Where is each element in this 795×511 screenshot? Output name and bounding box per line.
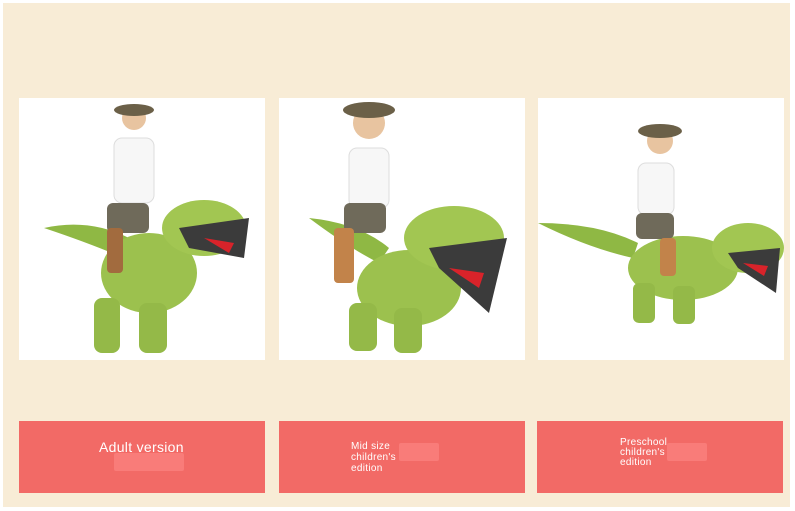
label-text: Mid size children's edition [351, 441, 396, 474]
label-mid-size-children-edition[interactable]: Mid size children's edition [279, 421, 525, 493]
label-shadow [667, 443, 707, 461]
label-adult-version[interactable]: Adult version [19, 421, 265, 493]
label-text: Preschool children's edition [620, 437, 668, 468]
product-image-adult[interactable] [19, 98, 265, 360]
dinosaur-costume-illustration [309, 102, 507, 353]
label-preschool-children-edition[interactable]: Preschool children's edition [537, 421, 783, 493]
product-image-preschool-children[interactable] [538, 98, 784, 360]
label-text: Adult version [99, 439, 184, 455]
dinosaur-costume-illustration [44, 104, 249, 353]
label-shadow [114, 453, 184, 471]
product-image-mid-size-children[interactable] [279, 98, 525, 360]
label-shadow [399, 443, 439, 461]
dinosaur-costume-illustration [538, 124, 784, 324]
